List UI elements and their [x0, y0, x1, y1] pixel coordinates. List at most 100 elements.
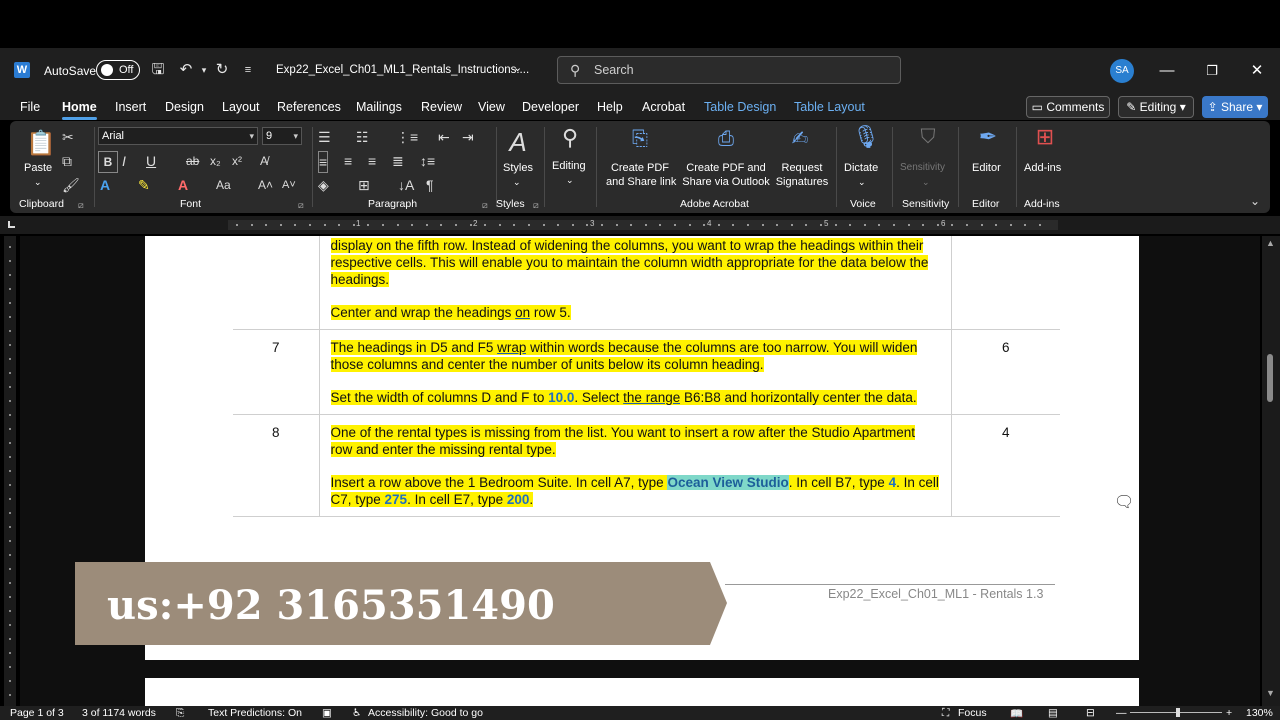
points-cell[interactable]: 4	[951, 414, 1060, 517]
tab-home[interactable]: Home	[62, 100, 97, 120]
highlight-icon[interactable]: ✎	[138, 175, 150, 195]
align-left-icon[interactable]: ≡	[318, 151, 329, 173]
share-button[interactable]: ⇪ Share ▾	[1202, 96, 1268, 118]
strikethrough-icon[interactable]: ab	[186, 151, 199, 171]
step-cell[interactable]: 8	[233, 414, 320, 517]
accessibility-icon[interactable]: ♿	[352, 707, 361, 719]
chevron-down-icon[interactable]: ⌄	[566, 173, 574, 187]
close-icon[interactable]: ✕	[1246, 60, 1268, 82]
italic-icon[interactable]: I	[122, 151, 126, 171]
scroll-down-icon[interactable]: ▼	[1266, 688, 1275, 698]
points-cell[interactable]: 6	[951, 329, 1060, 415]
zoom-level[interactable]: 130%	[1246, 707, 1273, 719]
multilevel-list-icon[interactable]: ⋮≡	[396, 127, 418, 147]
undo-icon[interactable]: ↶	[176, 60, 196, 80]
step-cell[interactable]	[233, 236, 320, 330]
numbering-icon[interactable]: ☷	[356, 127, 369, 147]
font-size-select[interactable]: 9 ▾	[262, 127, 302, 145]
justify-icon[interactable]: ≣	[392, 151, 404, 171]
tab-developer[interactable]: Developer	[522, 100, 579, 114]
dialog-launcher-icon[interactable]: ⧄	[78, 200, 84, 211]
vertical-ruler[interactable]	[4, 236, 16, 706]
proofing-icon[interactable]: ⎘	[176, 707, 184, 720]
comments-button[interactable]: ▭ Comments	[1026, 96, 1110, 118]
add-ins-label[interactable]: Add-ins	[1024, 161, 1061, 175]
font-name-select[interactable]: Arial ▾	[98, 127, 258, 145]
grow-font-icon[interactable]: A˄	[258, 175, 273, 195]
tab-mailings[interactable]: Mailings	[356, 100, 402, 114]
tab-view[interactable]: View	[478, 100, 505, 114]
scrollbar-thumb[interactable]	[1267, 354, 1273, 402]
show-formatting-icon[interactable]: ¶	[426, 175, 434, 195]
scroll-up-icon[interactable]: ▲	[1266, 238, 1275, 248]
points-cell[interactable]	[951, 236, 1060, 330]
tab-review[interactable]: Review	[421, 100, 462, 114]
tab-file[interactable]: File	[20, 100, 40, 114]
restore-icon[interactable]: ❐	[1201, 60, 1223, 82]
read-mode-icon[interactable]: 📖	[1010, 707, 1023, 720]
request-signatures-label[interactable]: Request Signatures	[774, 161, 830, 189]
vertical-scrollbar[interactable]: ▲ ▼	[1262, 236, 1280, 706]
page-count[interactable]: Page 1 of 3	[10, 707, 64, 719]
editing-label[interactable]: Editing	[552, 159, 586, 173]
create-pdf-outlook-label[interactable]: Create PDF and Share via Outlook	[680, 161, 772, 189]
editor-label[interactable]: Editor	[972, 161, 1001, 175]
subscript-icon[interactable]: x₂	[210, 151, 221, 171]
add-comment-icon[interactable]: 🗨	[1114, 492, 1134, 512]
dictate-label[interactable]: Dictate	[844, 161, 878, 175]
line-spacing-icon[interactable]: ↕≡	[420, 151, 435, 171]
search-box[interactable]: ⚲	[557, 56, 901, 84]
text-predictions[interactable]: Text Predictions: On	[208, 707, 302, 719]
macro-icon[interactable]: ▣	[322, 707, 332, 719]
tab-references[interactable]: References	[277, 100, 341, 114]
align-center-icon[interactable]: ≡	[344, 151, 352, 171]
create-pdf-label[interactable]: Create PDF and Share link	[606, 161, 676, 189]
shading-icon[interactable]: ◈	[318, 175, 329, 195]
description-cell[interactable]: display on the fifth row. Instead of wid…	[319, 236, 952, 330]
sort-icon[interactable]: ↓A	[398, 175, 414, 195]
description-cell[interactable]: The headings in D5 and F5 wrap within wo…	[319, 329, 952, 415]
web-layout-icon[interactable]: ⊟	[1086, 707, 1095, 719]
underline-icon[interactable]: U	[146, 151, 156, 171]
styles-icon[interactable]: A	[504, 127, 532, 157]
borders-icon[interactable]: ⊞	[358, 175, 370, 195]
tab-table-design[interactable]: Table Design	[704, 100, 776, 114]
search-input[interactable]	[594, 61, 884, 79]
zoom-out-icon[interactable]: —	[1116, 707, 1127, 719]
cut-icon[interactable]: ✂	[62, 127, 74, 147]
chevron-down-icon[interactable]: ⌄	[858, 175, 866, 189]
accessibility-status[interactable]: Accessibility: Good to go	[368, 707, 483, 719]
superscript-icon[interactable]: x²	[232, 151, 242, 171]
step-cell[interactable]: 7	[233, 329, 320, 415]
undo-dropdown-icon[interactable]: ▾	[194, 60, 214, 80]
horizontal-ruler[interactable]: 1 2 3 4 5 6	[0, 216, 1280, 234]
chevron-down-icon[interactable]: ⌄	[513, 61, 522, 74]
collapse-ribbon-icon[interactable]: ⌄	[1250, 191, 1260, 211]
autosave-toggle[interactable]: Off	[96, 60, 140, 80]
dialog-launcher-icon[interactable]: ⧄	[298, 200, 304, 211]
dialog-launcher-icon[interactable]: ⧄	[482, 200, 488, 211]
word-count[interactable]: 3 of 1174 words	[82, 707, 156, 719]
styles-label[interactable]: Styles	[503, 161, 533, 175]
document-page[interactable]	[145, 678, 1139, 706]
chevron-down-icon[interactable]: ⌄	[34, 175, 42, 189]
tab-help[interactable]: Help	[597, 100, 623, 114]
tab-selector-icon[interactable]	[8, 221, 15, 228]
document-title[interactable]: Exp22_Excel_Ch01_ML1_Rentals_Instruction…	[276, 64, 529, 76]
tab-table-layout[interactable]: Table Layout	[794, 100, 865, 114]
customize-toolbar-icon[interactable]: ≡	[238, 60, 258, 80]
zoom-in-icon[interactable]: +	[1226, 707, 1232, 719]
search-icon[interactable]: ⚲	[558, 125, 582, 151]
paste-icon[interactable]: 📋	[26, 129, 56, 159]
paste-label[interactable]: Paste	[24, 161, 52, 175]
tab-layout[interactable]: Layout	[222, 100, 260, 114]
user-avatar[interactable]: SA	[1110, 59, 1134, 83]
minimize-icon[interactable]: —	[1156, 60, 1178, 82]
redo-icon[interactable]: ↻	[212, 60, 232, 80]
bold-icon[interactable]: B	[98, 151, 118, 173]
create-pdf-outlook-icon[interactable]: ⎙	[714, 129, 738, 155]
tab-insert[interactable]: Insert	[115, 100, 146, 114]
editor-icon[interactable]: ✒	[976, 126, 1000, 155]
change-case-icon[interactable]: Aa	[216, 175, 231, 195]
zoom-slider-thumb[interactable]	[1176, 708, 1180, 717]
